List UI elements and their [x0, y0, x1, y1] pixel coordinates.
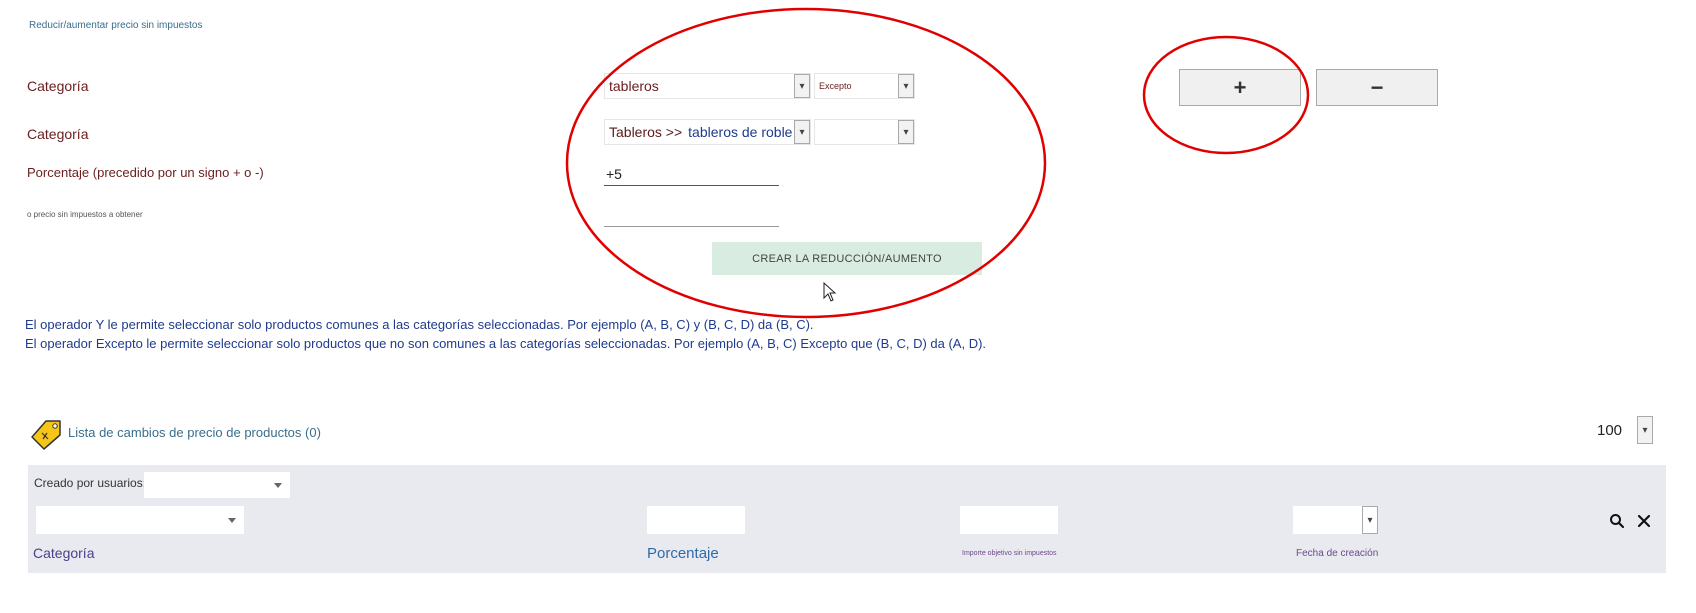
- column-header-category[interactable]: Categoría: [33, 545, 94, 561]
- target-price-input[interactable]: [604, 203, 779, 227]
- filter-area: Creado por usuarios: ▾ Categoría Porcent…: [28, 465, 1666, 573]
- operator-select-1[interactable]: Excepto ▾: [814, 73, 915, 99]
- date-filter-select[interactable]: ▾: [1293, 506, 1378, 534]
- category-select-1-value: tableros: [609, 78, 659, 94]
- column-header-percentage[interactable]: Porcentaje: [647, 545, 719, 562]
- add-row-button[interactable]: +: [1179, 69, 1301, 106]
- chevron-down-icon[interactable]: ▾: [794, 120, 810, 144]
- section-title-link[interactable]: Reducir/aumentar precio sin impuestos: [29, 20, 202, 31]
- column-header-target[interactable]: Importe objetivo sin impuestos: [962, 550, 1057, 557]
- percentage-filter-input[interactable]: [647, 506, 745, 534]
- page-size-value: 100: [1597, 421, 1623, 439]
- target-filter-input[interactable]: [960, 506, 1058, 534]
- page-size-select[interactable]: 100 ▾: [1592, 415, 1654, 445]
- chevron-down-icon: [274, 483, 282, 488]
- search-icon[interactable]: [1609, 513, 1625, 529]
- category-select-1[interactable]: tableros ▾: [604, 73, 811, 99]
- category-label-1: Categoría: [27, 78, 89, 94]
- chevron-down-icon[interactable]: ▾: [1637, 416, 1653, 444]
- chevron-down-icon[interactable]: ▾: [794, 74, 810, 98]
- operator-select-1-value: Excepto: [819, 81, 852, 91]
- chevron-down-icon[interactable]: ▾: [898, 120, 914, 144]
- target-price-label: o precio sin impuestos a obtener: [27, 210, 143, 219]
- chevron-down-icon[interactable]: ▾: [898, 74, 914, 98]
- cursor-icon: [823, 282, 837, 302]
- chevron-down-icon[interactable]: ▾: [1362, 506, 1378, 534]
- category-label-2: Categoría: [27, 126, 89, 142]
- column-header-created[interactable]: Fecha de creación: [1296, 548, 1378, 559]
- price-tag-icon: [31, 420, 61, 450]
- created-by-select[interactable]: [144, 472, 290, 498]
- category-select-2-prefix: Tableros >>: [609, 124, 683, 140]
- info-line-except: El operador Excepto le permite seleccion…: [25, 336, 987, 351]
- info-line-and: El operador Y le permite seleccionar sol…: [25, 317, 814, 332]
- created-by-label: Creado por usuarios:: [34, 476, 147, 490]
- percentage-label: Porcentaje (precedido por un signo + o -…: [27, 165, 264, 180]
- create-button[interactable]: CREAR LA REDUCCIÓN/AUMENTO: [712, 242, 982, 275]
- percentage-input[interactable]: [604, 162, 779, 186]
- remove-row-button[interactable]: −: [1316, 69, 1438, 106]
- operator-select-2[interactable]: ▾: [814, 119, 915, 145]
- close-icon[interactable]: [1637, 514, 1651, 528]
- category-filter-select[interactable]: [36, 506, 244, 534]
- category-select-2[interactable]: Tableros >> tableros de roble ▾: [604, 119, 811, 145]
- list-title: Lista de cambios de precio de productos …: [68, 425, 321, 440]
- category-select-2-value: tableros de roble: [688, 124, 793, 140]
- chevron-down-icon: [228, 518, 236, 523]
